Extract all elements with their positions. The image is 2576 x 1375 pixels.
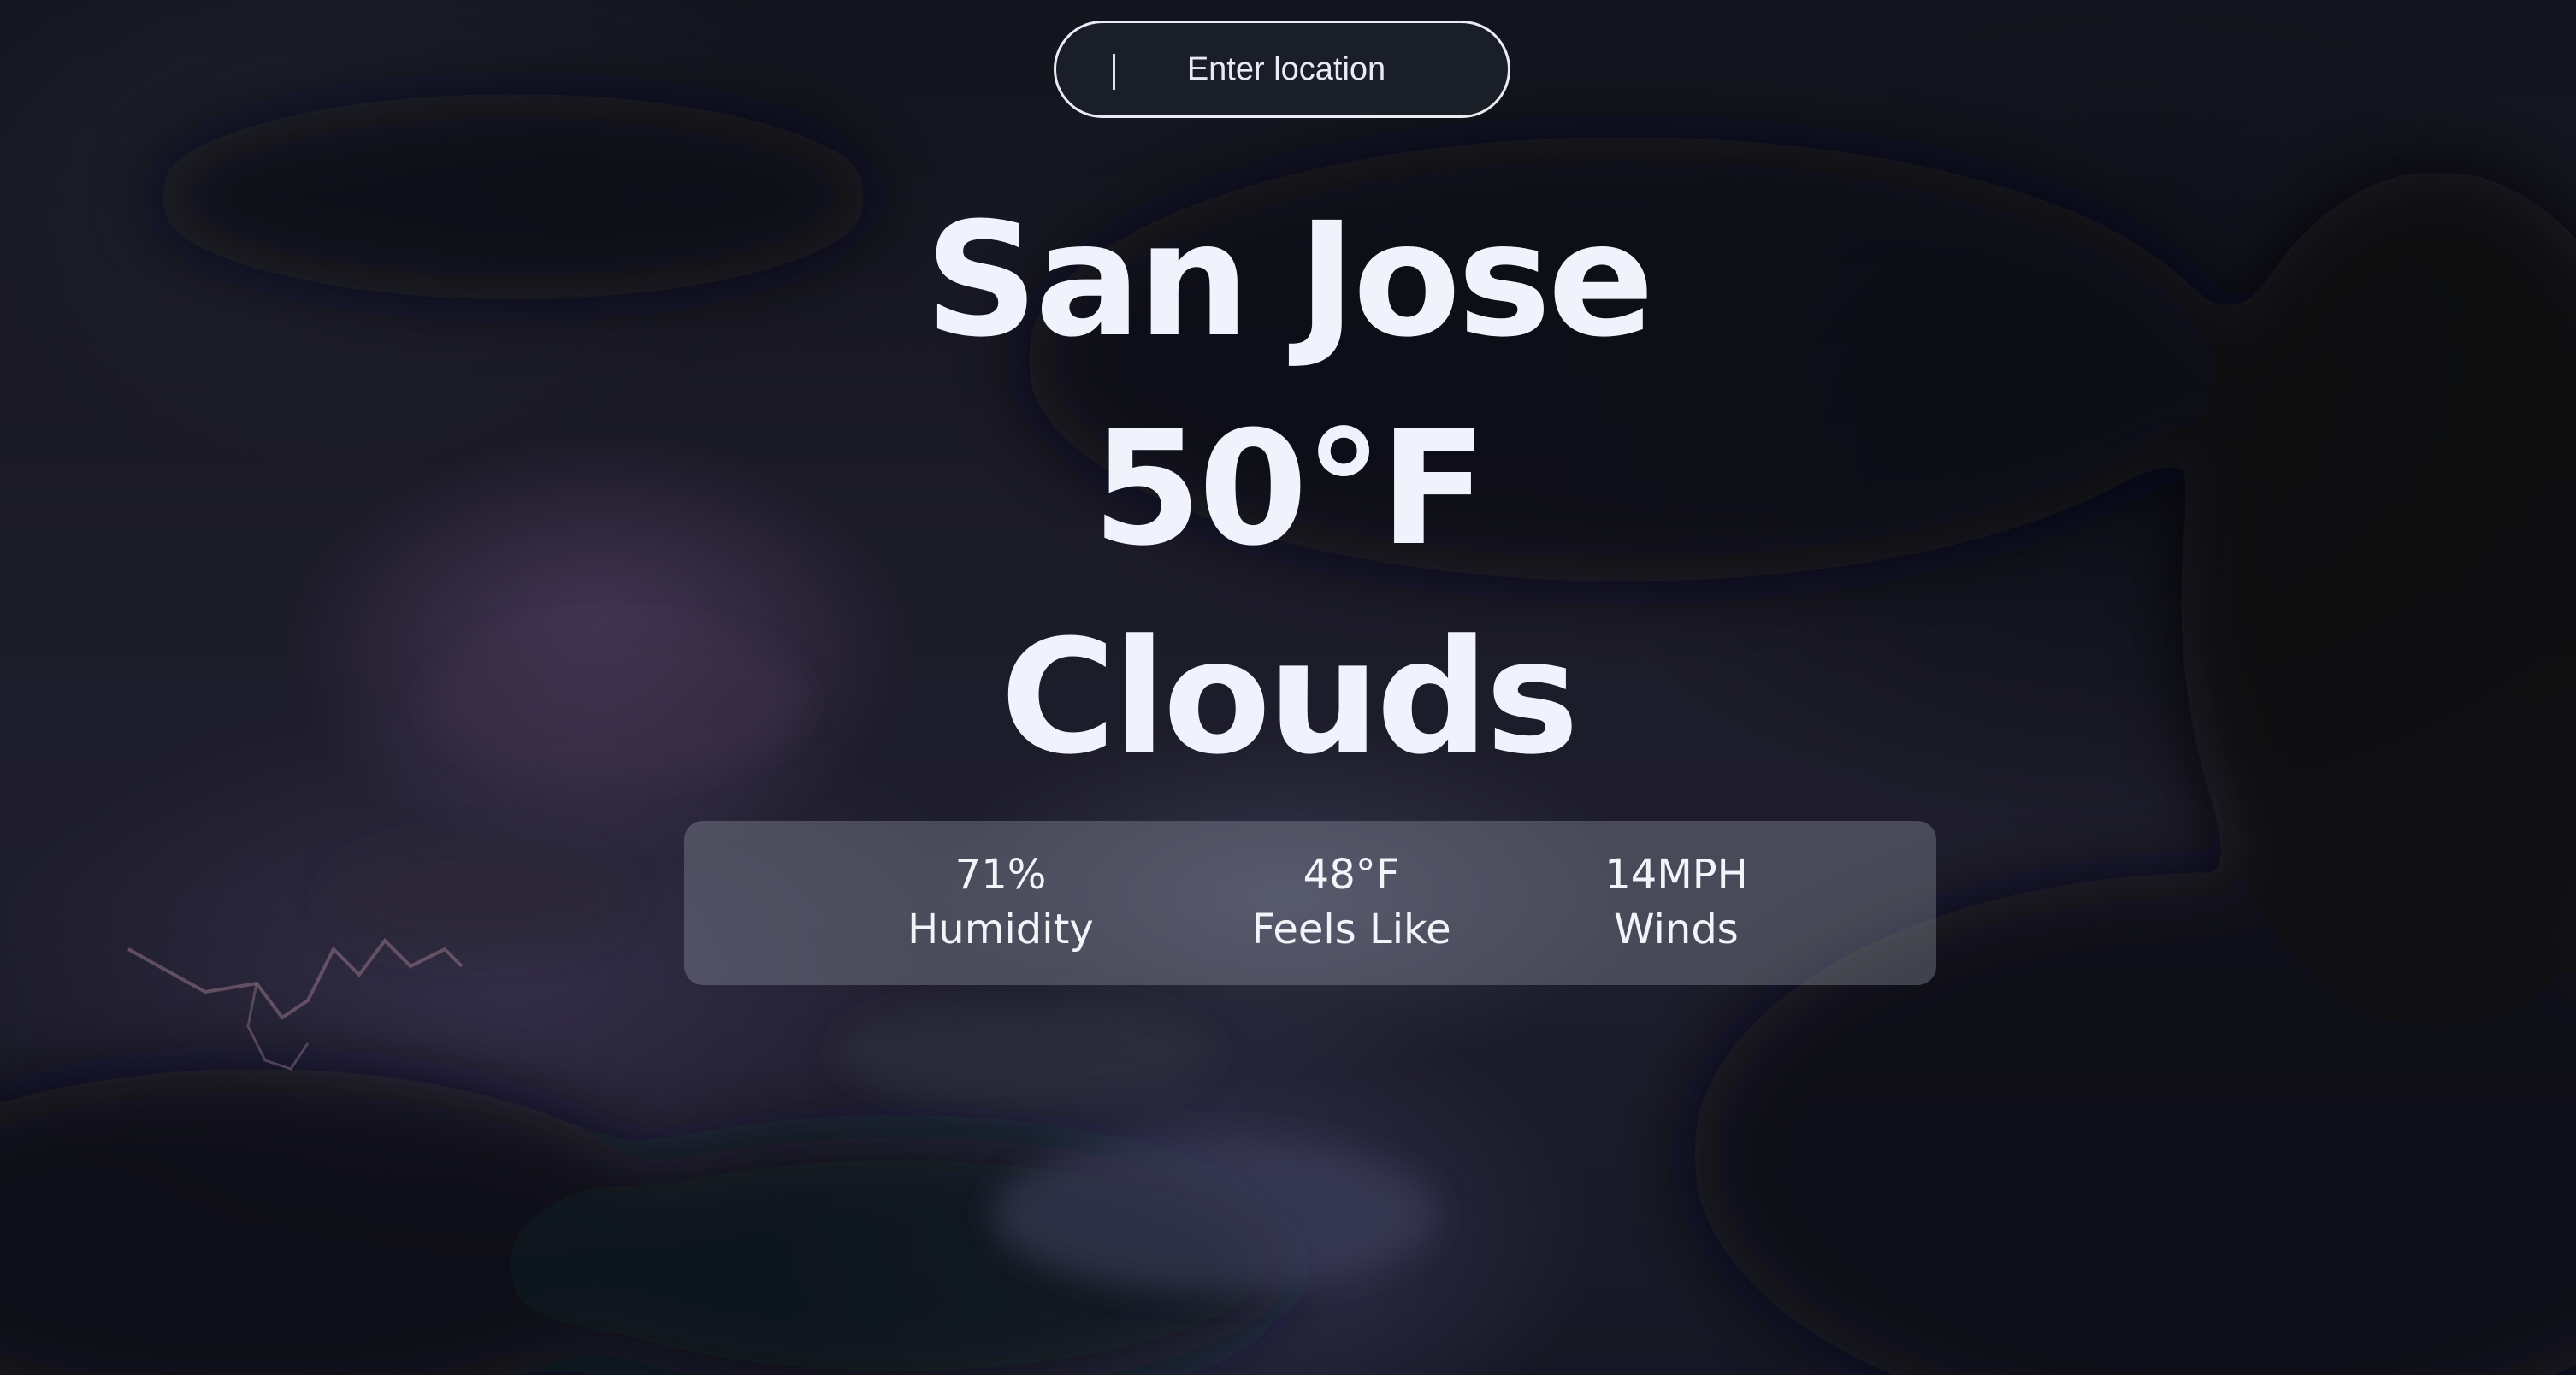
feels-like-stat: 48°F Feels Like [1197, 848, 1505, 958]
search-box[interactable] [1054, 21, 1510, 118]
text-cursor [1113, 54, 1115, 90]
winds-label: Winds [1614, 906, 1739, 953]
location-search-input[interactable] [1115, 50, 1457, 88]
city-name: San Jose [925, 189, 1655, 372]
winds-stat: 14MPH Winds [1548, 848, 1805, 958]
feels-like-value: 48°F [1303, 851, 1400, 899]
weather-stats-panel: 71% Humidity 48°F Feels Like 14MPH Winds [684, 821, 1936, 985]
weather-condition: Clouds [1000, 606, 1580, 789]
feels-like-label: Feels Like [1251, 906, 1451, 953]
winds-value: 14MPH [1604, 851, 1748, 899]
humidity-stat: 71% Humidity [872, 848, 1129, 958]
lightning-bolt [127, 937, 464, 1020]
current-temperature: 50°F [1092, 398, 1487, 581]
weather-app: San Jose 50°F Clouds 71% Humidity 48°F F… [0, 0, 2576, 1375]
humidity-label: Humidity [907, 906, 1094, 953]
humidity-value: 71% [954, 851, 1047, 899]
